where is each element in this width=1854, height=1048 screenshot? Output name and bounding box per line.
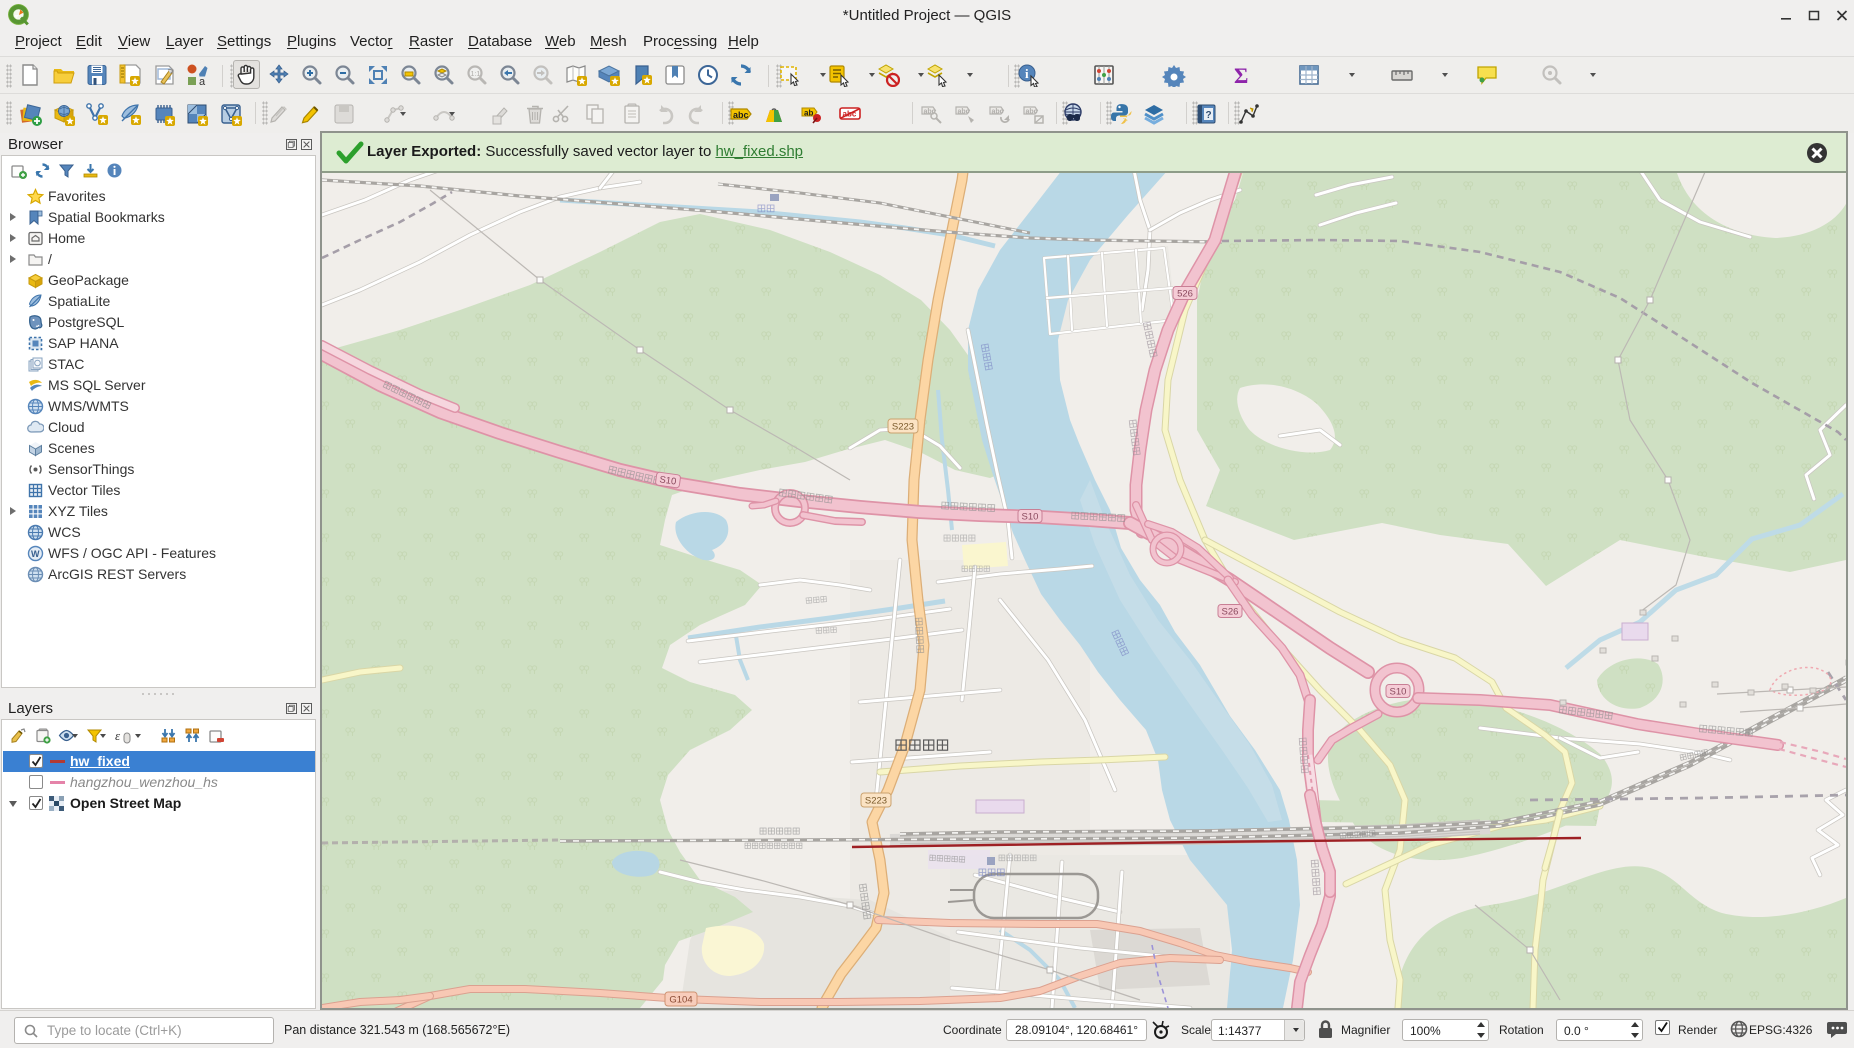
svg-text:G104: G104 xyxy=(669,995,692,1006)
svg-text:S10: S10 xyxy=(1390,687,1407,698)
svg-text:ε: ε xyxy=(115,728,121,743)
svg-text:i: i xyxy=(1025,66,1029,81)
svg-text:abc: abc xyxy=(733,110,749,120)
svg-text:526: 526 xyxy=(1177,289,1193,300)
svg-text:abc: abc xyxy=(992,109,1004,116)
svg-text:S10: S10 xyxy=(1022,512,1039,523)
svg-text:S26: S26 xyxy=(1222,607,1239,618)
svg-text:1:1: 1:1 xyxy=(471,71,481,78)
svg-text:ab: ab xyxy=(804,109,813,118)
svg-text:abc: abc xyxy=(924,109,936,116)
svg-text:a: a xyxy=(199,76,206,87)
svg-text:S223: S223 xyxy=(865,796,887,807)
svg-text:abc: abc xyxy=(1026,109,1038,116)
svg-text:W: W xyxy=(31,549,40,559)
svg-text:abc: abc xyxy=(958,109,970,116)
svg-text:?: ? xyxy=(1206,110,1212,121)
svg-text:S223: S223 xyxy=(892,422,914,433)
svg-text:Σ: Σ xyxy=(1234,63,1248,87)
svg-text:>: > xyxy=(1123,117,1128,126)
svg-text:S10: S10 xyxy=(659,474,677,487)
